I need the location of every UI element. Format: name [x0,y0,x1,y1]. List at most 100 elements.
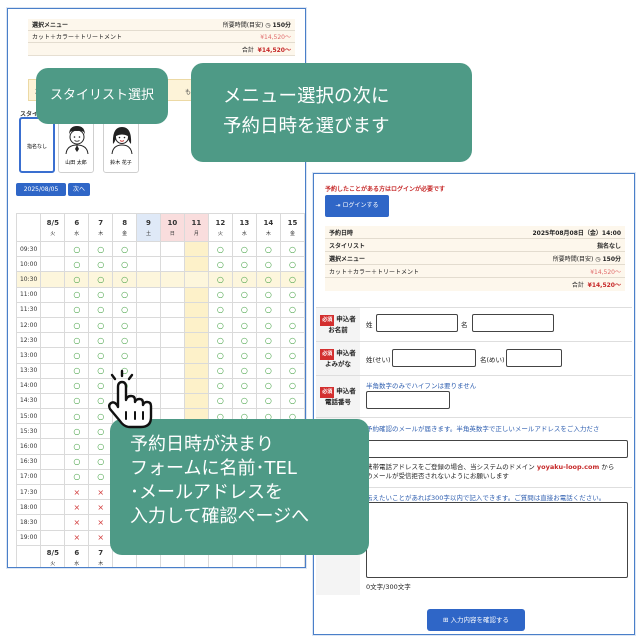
calendar-slot[interactable]: ○ [64,301,90,318]
calendar-slot[interactable]: ○ [207,301,233,318]
calendar-slot[interactable]: ○ [64,316,90,334]
message-textarea[interactable] [366,502,628,578]
calendar-slot[interactable]: ○ [255,316,281,334]
calendar-slot[interactable]: ○ [207,271,233,288]
calendar-slot[interactable]: ○ [207,240,233,258]
calendar-slot[interactable]: ○ [255,301,281,318]
calendar-slot[interactable]: ○ [231,301,257,318]
calendar-slot[interactable]: ○ [64,256,90,273]
last-name-kana-input[interactable] [392,349,476,367]
calendar-slot[interactable]: ○ [279,392,305,410]
calendar-slot[interactable]: ○ [64,392,90,410]
calendar-slot[interactable]: ○ [64,271,90,288]
email-input[interactable] [366,440,628,458]
calendar-slot[interactable]: ○ [88,256,114,273]
first-name-kana-input[interactable] [506,349,562,367]
calendar-slot[interactable]: ○ [207,347,233,364]
calendar-slot[interactable]: ○ [231,240,257,258]
calendar-slot[interactable]: ○ [88,271,114,288]
calendar-slot[interactable]: ○ [112,240,138,258]
calendar-slot[interactable]: ○ [279,256,305,273]
calendar-slot[interactable]: ○ [64,377,90,394]
calendar-slot[interactable]: ○ [255,271,281,288]
calendar-slot[interactable]: ○ [64,468,90,486]
calendar-slot[interactable]: ○ [88,286,114,303]
available-mark: ○ [73,290,81,300]
calendar-slot[interactable]: ○ [207,332,233,349]
calendar-slot[interactable]: ○ [255,332,281,349]
calendar-slot[interactable]: ○ [279,286,305,303]
calendar-slot[interactable]: ○ [88,240,114,258]
calendar-slot[interactable]: ○ [279,332,305,349]
calendar-slot[interactable]: ○ [64,347,90,364]
calendar-slot[interactable]: ○ [64,453,90,470]
calendar-slot[interactable]: ○ [279,240,305,258]
calendar-slot[interactable]: ○ [88,301,114,318]
calendar-slot[interactable]: ○ [64,240,90,258]
day-number: 7 [98,548,104,557]
calendar-slot [183,256,209,273]
stylist-card-suzuki[interactable]: 鈴木 花子 [103,117,139,173]
calendar-slot[interactable]: ○ [279,347,305,364]
calendar-slot[interactable]: ○ [112,301,138,318]
calendar-slot[interactable]: ○ [231,392,257,410]
calendar-slot[interactable]: ○ [279,271,305,288]
calendar-slot[interactable]: ○ [255,240,281,258]
calendar-slot[interactable]: ○ [255,286,281,303]
calendar-slot: × [64,514,90,531]
calendar-slot[interactable]: ○ [231,316,257,334]
calendar-slot[interactable]: ○ [207,286,233,303]
calendar-slot[interactable]: ○ [88,316,114,334]
calendar-slot[interactable]: ○ [231,271,257,288]
calendar-slot[interactable]: ○ [207,256,233,273]
calendar-slot[interactable]: ○ [279,377,305,394]
calendar-slot[interactable]: ○ [64,362,90,379]
calendar-slot[interactable]: ○ [64,438,90,455]
date-select-button[interactable]: 2025/08/05 [16,183,66,196]
calendar-slot[interactable]: ○ [279,362,305,379]
calendar-slot[interactable]: ○ [64,286,90,303]
calendar-slot[interactable]: ○ [64,423,90,440]
calendar-slot[interactable]: ○ [207,377,233,394]
calendar-slot[interactable]: ○ [112,271,138,288]
calendar-slot[interactable]: ○ [231,286,257,303]
calendar-slot[interactable]: ○ [255,392,281,410]
next-week-button[interactable]: 次へ [68,183,90,196]
first-name-input[interactable] [472,314,554,332]
calendar-slot[interactable]: ○ [255,377,281,394]
calendar-slot[interactable]: ○ [64,332,90,349]
total-label: 合計 [241,46,254,54]
calendar-slot[interactable]: ○ [112,347,138,364]
calendar-slot[interactable]: ○ [207,392,233,410]
calendar-slot [159,271,185,288]
calendar-slot[interactable]: ○ [64,408,90,425]
calendar-slot[interactable]: ○ [88,332,114,349]
calendar-slot[interactable]: ○ [255,256,281,273]
calendar-slot[interactable]: ○ [207,316,233,334]
calendar-slot[interactable]: ○ [88,347,114,364]
calendar-slot[interactable]: ○ [231,347,257,364]
confirm-input-button[interactable]: ⊞ 入力内容を確認する [427,609,525,631]
calendar-slot[interactable]: ○ [207,362,233,379]
calendar-slot[interactable]: ○ [231,332,257,349]
calendar-slot[interactable]: ○ [231,362,257,379]
calendar-slot[interactable]: ○ [279,301,305,318]
calendar-slot[interactable]: ○ [112,332,138,349]
calendar-slot[interactable]: ○ [255,347,281,364]
calendar-slot[interactable]: ○ [231,377,257,394]
calendar-slot[interactable]: ○ [112,286,138,303]
calendar-slot [40,256,66,273]
calendar-slot[interactable]: ○ [112,316,138,334]
login-button[interactable]: ⇥ ログインする [325,195,389,217]
last-name-input[interactable] [376,314,458,332]
tel-input[interactable] [366,391,450,409]
stylist-card-yamada[interactable]: 山田 太郎 [58,117,94,173]
calendar-slot[interactable]: ○ [112,256,138,273]
calendar-slot[interactable]: ○ [231,256,257,273]
stylist-card-none[interactable]: 指名なし [19,117,55,173]
available-mark: ○ [73,366,81,376]
calendar-slot[interactable]: ○ [255,362,281,379]
unavailable-mark: × [73,533,81,543]
calendar-slot[interactable]: ○ [279,316,305,334]
available-mark: ○ [264,305,272,315]
